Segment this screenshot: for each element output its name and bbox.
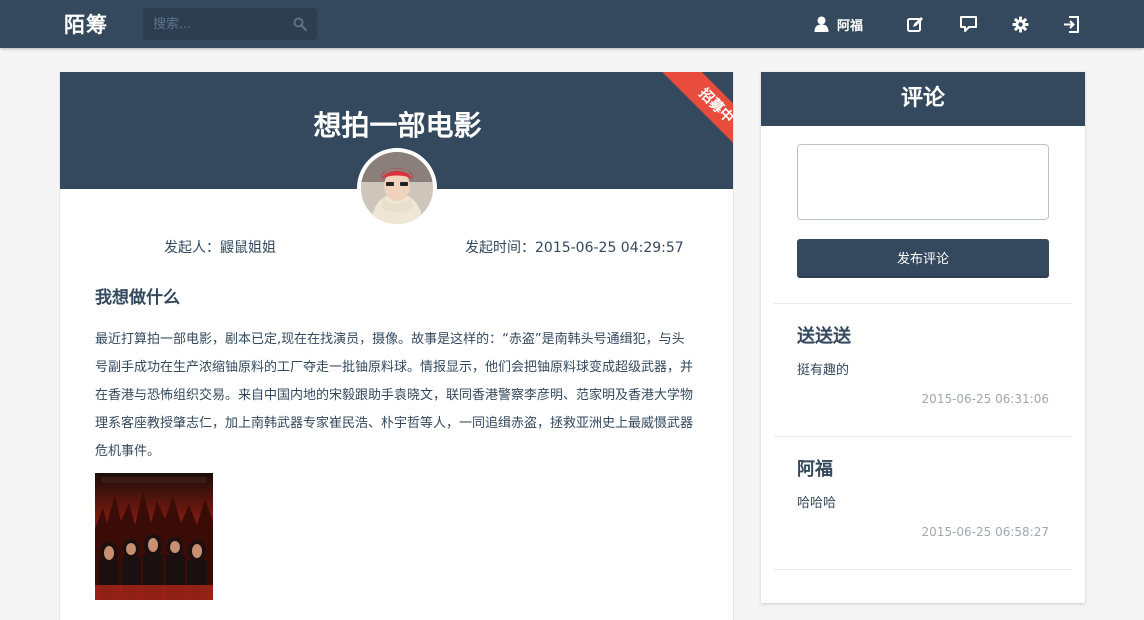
start-time-label: 发起时间：2015-06-25 04:29:57 — [465, 240, 684, 256]
edit-button[interactable] — [906, 14, 924, 34]
top-navbar: 陌筹 阿福 — [0, 0, 1144, 48]
status-ribbon: 招募中 — [645, 72, 733, 162]
brand-logo[interactable]: 陌筹 — [64, 9, 108, 39]
logout-icon — [1063, 15, 1079, 33]
status-ribbon-label: 招募中 — [660, 72, 733, 162]
initiator-label: 发起人：鼹鼠姐姐 — [164, 240, 276, 256]
comment-input[interactable] — [797, 144, 1049, 220]
search-input[interactable] — [143, 8, 293, 40]
comment-time: 2015-06-25 06:31:06 — [921, 392, 1049, 406]
comment-author: 阿福 — [797, 459, 833, 480]
submit-comment-button[interactable]: 发布评论 — [797, 239, 1049, 276]
user-menu[interactable]: 阿福 — [814, 14, 863, 34]
divider — [774, 303, 1072, 304]
avatar-image — [361, 152, 433, 224]
section-heading: 我想做什么 — [95, 288, 180, 308]
logout-button[interactable] — [1062, 14, 1080, 34]
message-icon — [959, 15, 977, 32]
comments-panel: 评论 发布评论 送送送 挺有趣的 2015-06-25 06:31:06 阿福 … — [761, 72, 1085, 603]
user-name: 阿福 — [837, 18, 864, 34]
comment-time: 2015-06-25 06:58:27 — [921, 525, 1049, 539]
edit-icon — [906, 16, 923, 32]
settings-icon — [1012, 16, 1028, 32]
project-title: 想拍一部电影 — [313, 109, 482, 142]
messages-button[interactable] — [959, 14, 977, 34]
comments-title: 评论 — [761, 72, 1085, 126]
settings-button[interactable] — [1011, 14, 1029, 34]
user-icon — [814, 16, 829, 32]
project-description: 最近打算拍一部电影，剧本已定,现在在找演员，摄像。故事是这样的：“赤盗”是南韩头… — [95, 332, 694, 459]
search-bar — [143, 8, 317, 40]
search-icon[interactable] — [293, 17, 307, 31]
initiator-avatar[interactable] — [357, 148, 437, 228]
project-card: 想拍一部电影 招募中 发起人：鼹鼠姐姐 发起时间：2015-06-25 04:2… — [59, 72, 734, 620]
divider — [774, 569, 1072, 570]
divider — [774, 436, 1072, 437]
comment-text: 挺有趣的 — [797, 363, 850, 378]
comment-text: 哈哈哈 — [797, 496, 837, 511]
movie-poster-image — [95, 473, 213, 600]
comment-author: 送送送 — [797, 326, 851, 347]
